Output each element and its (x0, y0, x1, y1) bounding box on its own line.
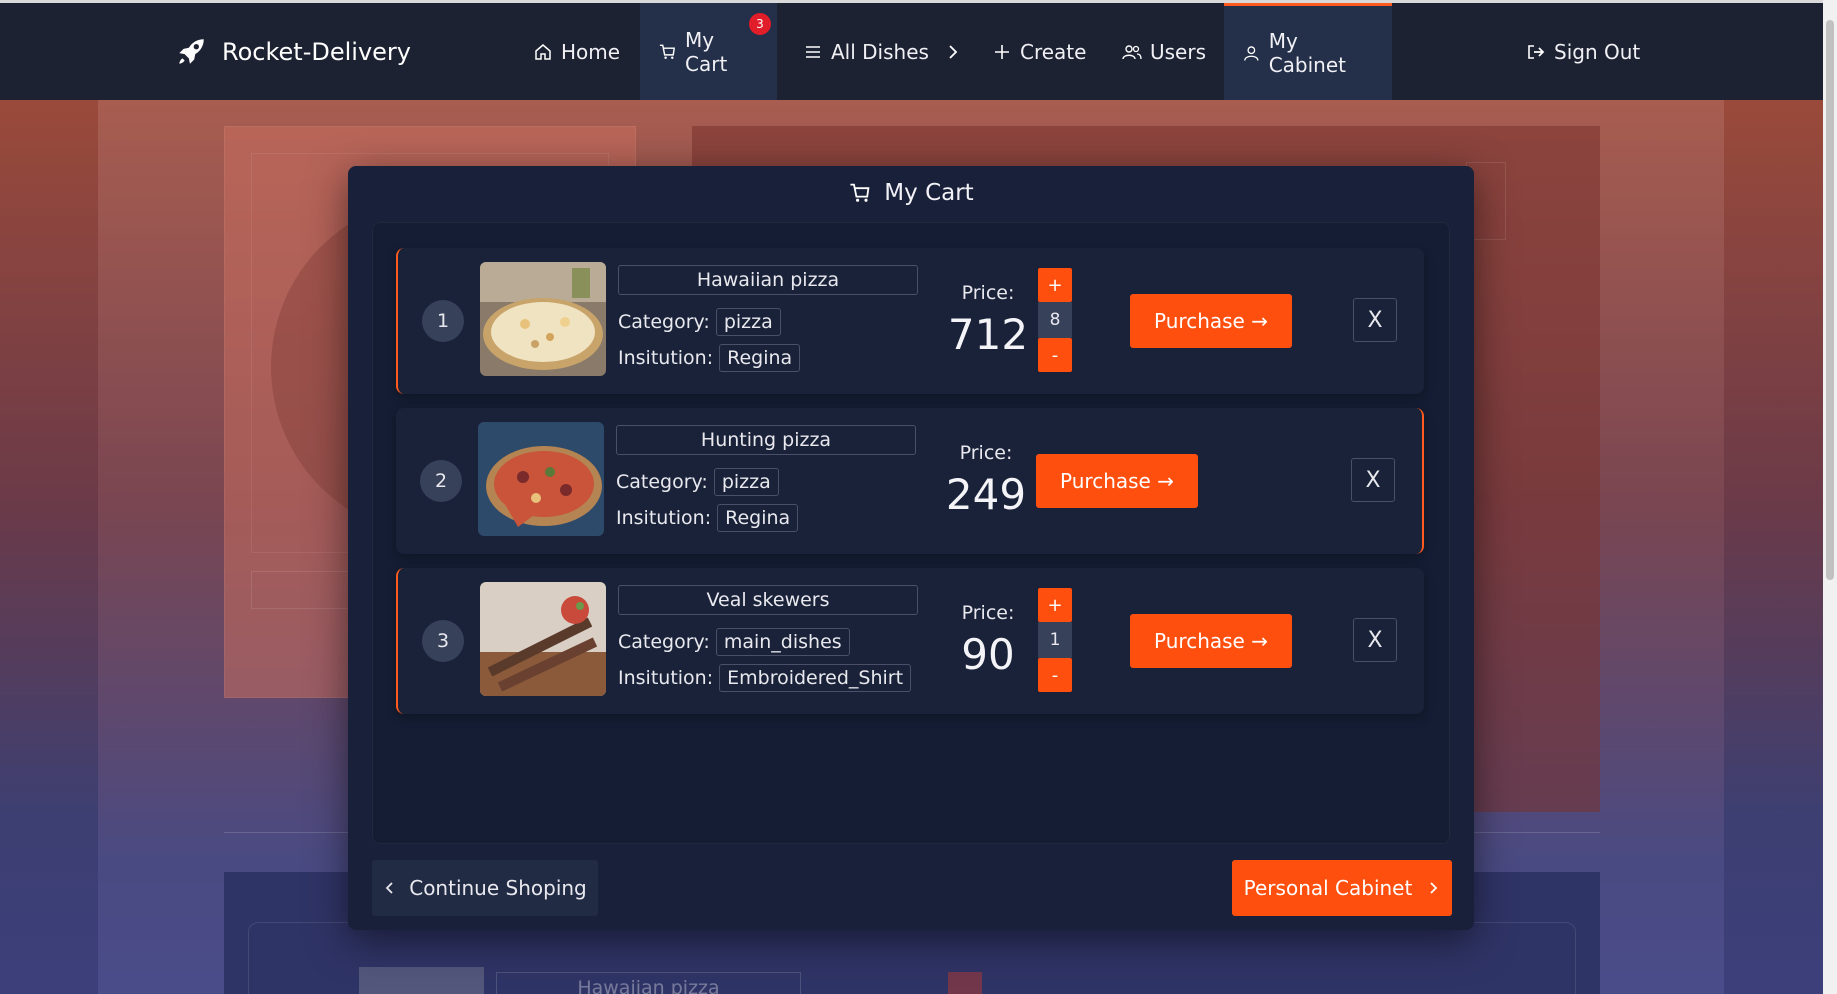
users-icon (1122, 44, 1142, 59)
purchase-button[interactable]: Purchase → (1130, 614, 1292, 668)
category-label: Category: (616, 471, 708, 493)
chevron-left-icon (385, 882, 393, 894)
navbar: Rocket-Delivery Home My Cart 3 All Dishe… (0, 0, 1837, 100)
cart-icon (850, 183, 870, 202)
scrollbar-thumb[interactable] (1826, 20, 1834, 580)
institution-label: Insitution: (616, 507, 712, 529)
nav-create-label: Create (1020, 39, 1087, 64)
purchase-button[interactable]: Purchase → (1130, 294, 1292, 348)
user-icon (1244, 46, 1259, 61)
nav-sign-out-label: Sign Out (1554, 39, 1641, 64)
dish-institution: Insitution: Regina (616, 504, 799, 532)
row-number: 3 (422, 620, 464, 662)
personal-cabinet-label: Personal Cabinet (1243, 876, 1413, 900)
continue-shopping-label: Continue Shoping (409, 876, 587, 900)
remove-item-button[interactable]: X (1351, 458, 1395, 502)
nav-cart-label: My Cart (685, 27, 728, 76)
home-icon (535, 43, 551, 60)
dish-category: Category: pizza (616, 468, 779, 496)
nav-my-cabinet[interactable]: My Cabinet (1224, 3, 1392, 100)
row-number: 1 (422, 300, 464, 342)
institution-label: Insitution: (618, 667, 714, 689)
decrease-button[interactable]: - (1038, 338, 1072, 372)
dish-institution: Insitution: Regina (618, 344, 801, 372)
quantity-value: 8 (1038, 302, 1072, 338)
dish-image (478, 422, 604, 536)
category-tag: pizza (713, 468, 779, 496)
nav-cart[interactable]: My Cart 3 (640, 3, 777, 100)
row-number: 2 (420, 460, 462, 502)
category-tag: main_dishes (715, 628, 850, 656)
nav-sign-out[interactable]: Sign Out (1508, 3, 1658, 100)
nav-users-label: Users (1150, 39, 1207, 64)
price-value: 90 (961, 630, 1015, 679)
dish-image (480, 262, 606, 376)
background-plus-button (948, 972, 982, 994)
dish-name: Hawaiian pizza (618, 265, 918, 295)
nav-home[interactable]: Home (515, 3, 638, 100)
cart-modal: My Cart 1 Hawaiian pizza Category: pizza (348, 166, 1474, 930)
background-dish-name: Hawaiian pizza (496, 972, 801, 994)
chevron-right-icon (1430, 882, 1438, 894)
increase-button[interactable]: + (1038, 588, 1072, 622)
dish-institution: Insitution: Embroidered_Shirt (618, 664, 912, 692)
quantity-stepper: + 1 - (1038, 588, 1072, 692)
page-scrollbar[interactable] (1823, 0, 1837, 994)
category-label: Category: (618, 631, 710, 653)
dish-category: Category: pizza (618, 308, 781, 336)
dish-category: Category: main_dishes (618, 628, 850, 656)
category-tag: pizza (715, 308, 781, 336)
remove-item-button[interactable]: X (1353, 618, 1397, 662)
price-label: Price: (961, 602, 1015, 624)
remove-item-button[interactable]: X (1353, 298, 1397, 342)
increase-button[interactable]: + (1038, 268, 1072, 302)
nav-create[interactable]: Create (974, 3, 1104, 100)
background-dish-thumb (359, 967, 484, 994)
sign-out-icon (1528, 44, 1545, 59)
nav-users[interactable]: Users (1104, 3, 1224, 100)
modal-title-text: My Cart (884, 180, 974, 206)
price-label: Price: (959, 442, 1013, 464)
continue-shopping-button[interactable]: Continue Shoping (372, 860, 598, 916)
modal-title: My Cart (348, 180, 1474, 206)
cart-item-row: 2 Hunting pizza Category: pizza Insituti… (396, 408, 1424, 554)
nav-home-label: Home (561, 39, 621, 64)
menu-icon (806, 45, 820, 58)
institution-tag: Embroidered_Shirt (719, 664, 912, 692)
institution-tag: Regina (719, 344, 801, 372)
category-label: Category: (618, 311, 710, 333)
chevron-right-icon (949, 44, 958, 59)
nav-all-dishes-label: All Dishes (831, 39, 929, 64)
institution-tag: Regina (717, 504, 799, 532)
rocket-icon (179, 39, 204, 64)
decrease-button[interactable]: - (1038, 658, 1072, 692)
dish-name: Hunting pizza (616, 425, 916, 455)
institution-label: Insitution: (618, 347, 714, 369)
purchase-button[interactable]: Purchase → (1036, 454, 1198, 508)
dish-image (480, 582, 606, 696)
personal-cabinet-button[interactable]: Personal Cabinet (1232, 860, 1452, 916)
nav-all-dishes[interactable]: All Dishes (785, 3, 981, 100)
price-value: 249 (945, 470, 1027, 519)
price-label: Price: (961, 282, 1015, 304)
quantity-value: 1 (1038, 622, 1072, 658)
cart-list: 1 Hawaiian pizza Category: pizza Insitut… (372, 222, 1450, 844)
cart-item-row: 3 Veal skewers Category: main_dishes Ins… (396, 568, 1424, 714)
cart-count-badge: 3 (749, 13, 771, 35)
cart-icon (659, 44, 675, 59)
brand[interactable]: Rocket-Delivery (174, 35, 411, 69)
cart-item-row: 1 Hawaiian pizza Category: pizza Insitut… (396, 248, 1424, 394)
plus-icon (995, 44, 1009, 59)
quantity-stepper: + 8 - (1038, 268, 1072, 372)
nav-my-cabinet-label: My Cabinet (1268, 29, 1346, 77)
price-value: 712 (947, 310, 1029, 359)
dish-name: Veal skewers (618, 585, 918, 615)
brand-name: Rocket-Delivery (222, 38, 411, 66)
